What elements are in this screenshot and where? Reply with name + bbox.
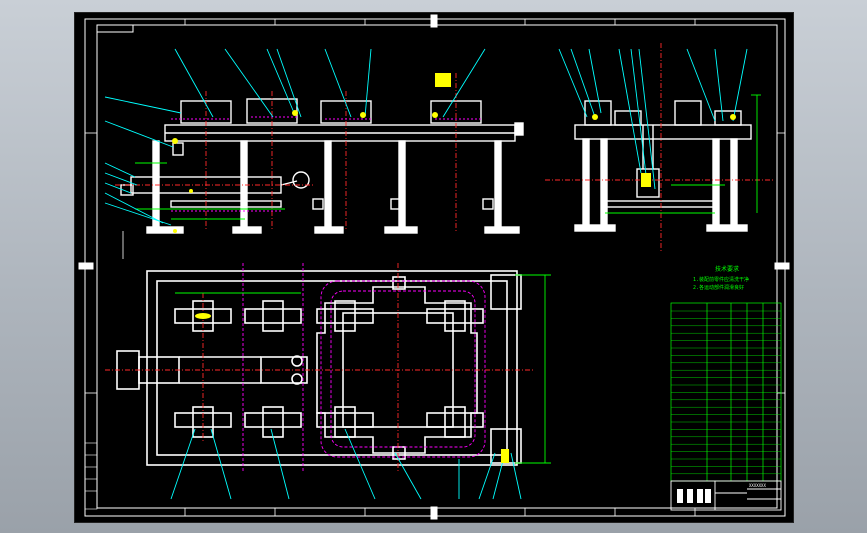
side-view-details bbox=[545, 43, 775, 253]
title-block-logo bbox=[677, 489, 711, 503]
note-line-2: 2.各运动部件润滑良好 bbox=[693, 284, 744, 291]
front-view bbox=[120, 98, 524, 259]
notes-title: 技术要求 bbox=[715, 265, 739, 273]
title-block-label: XXXXXXX bbox=[749, 483, 766, 488]
drawing-frame bbox=[78, 14, 790, 520]
parts-list-table bbox=[670, 302, 782, 482]
side-view bbox=[574, 100, 752, 232]
cad-drawing[interactable]: 技术要求 1.装配前零件应清洗干净 2.各运动部件润滑良好 XXXXXXX bbox=[75, 13, 793, 522]
cad-viewport[interactable]: 技术要求 1.装配前零件应清洗干净 2.各运动部件润滑良好 XXXXXXX bbox=[74, 12, 794, 523]
revision-strip bbox=[84, 442, 98, 510]
parts-list-rows bbox=[671, 310, 781, 474]
plan-view-details bbox=[105, 263, 551, 500]
technical-notes: 技术要求 1.装配前零件应清洗干净 2.各运动部件润滑良好 bbox=[693, 265, 749, 291]
border-ticks bbox=[85, 19, 785, 516]
plan-view bbox=[116, 270, 522, 466]
note-line-1: 1.装配前零件应清洗干净 bbox=[693, 276, 749, 283]
